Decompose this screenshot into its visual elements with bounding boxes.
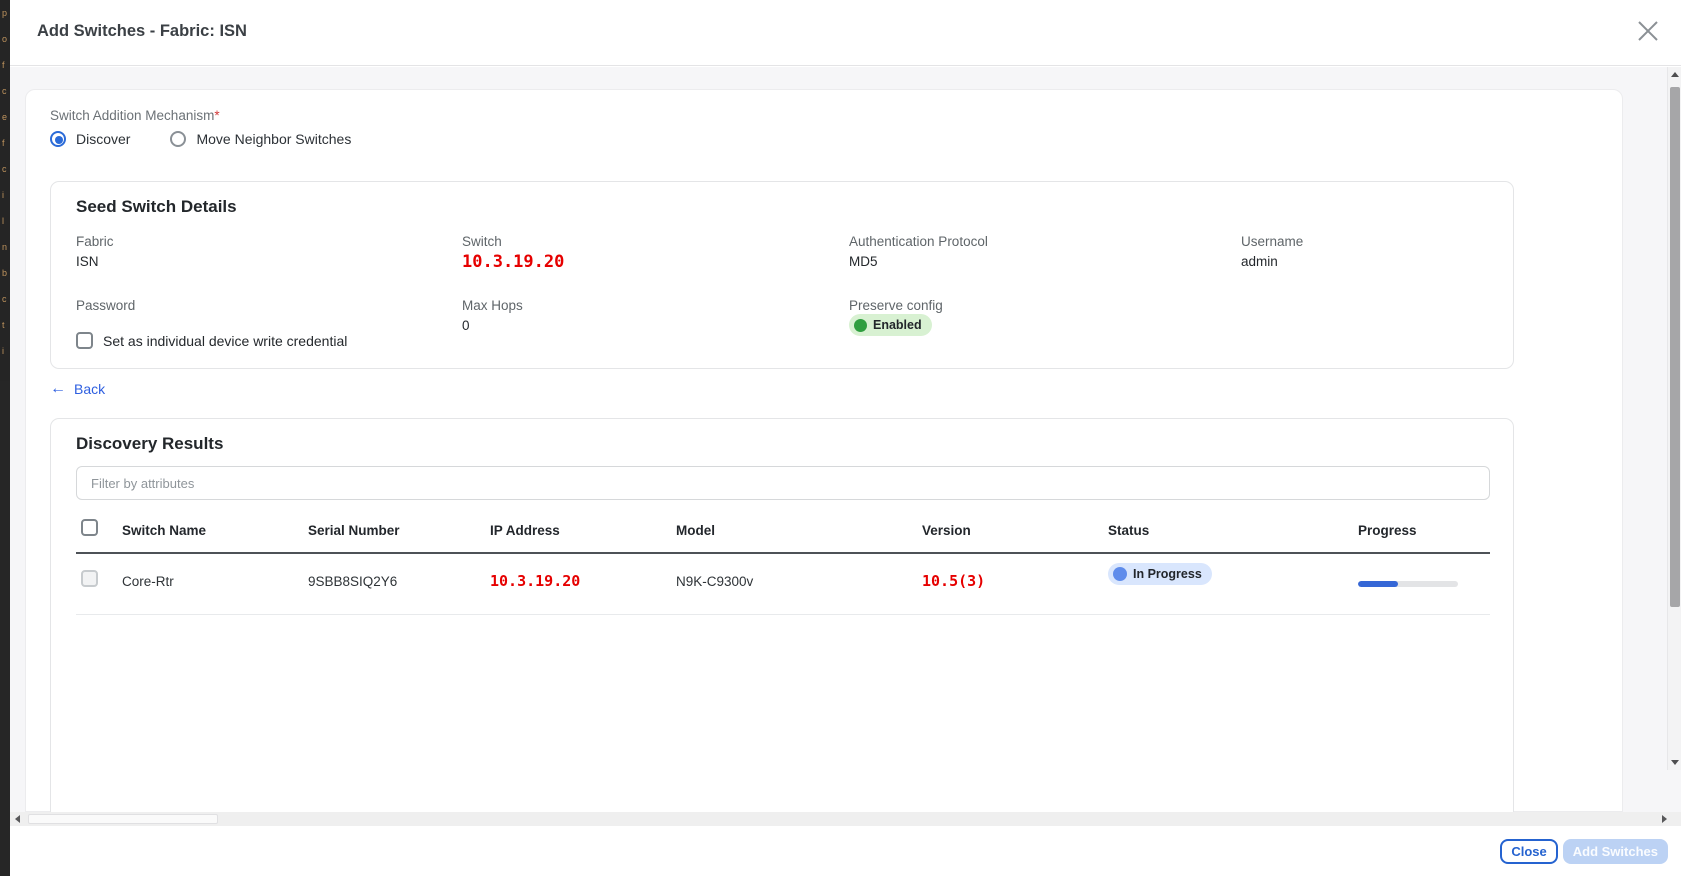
row-checkbox[interactable] <box>81 570 98 587</box>
results-card-title: Discovery Results <box>76 434 223 454</box>
col-ip-address: IP Address <box>490 523 560 538</box>
progress-bar <box>1358 581 1458 587</box>
cell-serial-number: 9SBB8SIQ2Y6 <box>308 574 397 589</box>
scroll-up-icon[interactable] <box>1671 72 1679 77</box>
scroll-right-icon[interactable] <box>1662 815 1667 823</box>
seed-switch-details-card: Seed Switch Details Fabric ISN Switch 10… <box>50 181 1514 369</box>
close-icon[interactable] <box>1632 15 1664 47</box>
cell-model: N9K-C9300v <box>676 574 753 589</box>
scroll-left-icon[interactable] <box>15 815 20 823</box>
radio-discover[interactable] <box>50 131 66 147</box>
cell-ip-address: 10.3.19.20 <box>490 572 580 590</box>
write-credential-label: Set as individual device write credentia… <box>103 333 347 349</box>
in-progress-dot-icon <box>1113 567 1127 581</box>
preserve-config-label: Preserve config <box>849 298 943 313</box>
preserve-config-badge: Enabled <box>849 314 932 336</box>
radio-discover-label[interactable]: Discover <box>76 131 130 147</box>
discovery-results-card: Discovery Results Switch Name Serial Num… <box>50 418 1514 812</box>
col-progress: Progress <box>1358 523 1417 538</box>
max-hops-label: Max Hops <box>462 298 523 313</box>
back-link-label: Back <box>74 381 105 397</box>
add-switches-button[interactable]: Add Switches <box>1563 839 1668 864</box>
filter-input[interactable] <box>76 466 1490 500</box>
scroll-down-icon[interactable] <box>1671 760 1679 765</box>
table-row[interactable]: Core-Rtr 9SBB8SIQ2Y6 10.3.19.20 N9K-C930… <box>51 554 1515 614</box>
background-app-strip: p o f c e f c i l n b c t i <box>0 0 10 876</box>
progress-bar-fill <box>1358 581 1398 587</box>
fabric-value: ISN <box>76 254 99 269</box>
seed-card-title: Seed Switch Details <box>76 197 237 217</box>
mechanism-radio-group: Discover Move Neighbor Switches <box>50 128 381 150</box>
mechanism-label-text: Switch Addition Mechanism <box>50 108 214 123</box>
content-card: Switch Addition Mechanism* Discover Move… <box>25 89 1623 812</box>
select-all-checkbox[interactable] <box>81 519 98 536</box>
auth-protocol-label: Authentication Protocol <box>849 234 988 249</box>
username-label: Username <box>1241 234 1303 249</box>
col-serial-number: Serial Number <box>308 523 400 538</box>
fabric-label: Fabric <box>76 234 114 249</box>
dialog-header: Add Switches - Fabric: ISN <box>10 0 1681 66</box>
mechanism-label: Switch Addition Mechanism* <box>50 108 220 123</box>
col-model: Model <box>676 523 715 538</box>
write-credential-row: Set as individual device write credentia… <box>76 332 347 349</box>
dialog-body: Switch Addition Mechanism* Discover Move… <box>10 67 1681 812</box>
switch-label: Switch <box>462 234 502 249</box>
back-arrow-icon: ← <box>50 380 66 398</box>
radio-move-neighbor[interactable] <box>170 131 186 147</box>
preserve-config-badge-text: Enabled <box>873 318 922 332</box>
enabled-dot-icon <box>854 319 867 332</box>
username-value: admin <box>1241 254 1278 269</box>
required-asterisk: * <box>214 108 219 123</box>
close-button[interactable]: Close <box>1500 839 1557 864</box>
status-badge-text: In Progress <box>1133 567 1202 581</box>
max-hops-value: 0 <box>462 318 470 333</box>
dialog-title: Add Switches - Fabric: ISN <box>37 22 247 41</box>
cell-version: 10.5(3) <box>922 572 985 590</box>
col-version: Version <box>922 523 971 538</box>
cell-switch-name: Core-Rtr <box>122 574 174 589</box>
auth-protocol-value: MD5 <box>849 254 878 269</box>
radio-move-neighbor-label[interactable]: Move Neighbor Switches <box>196 131 351 147</box>
table-header-row: Switch Name Serial Number IP Address Mod… <box>51 514 1515 552</box>
horizontal-scrollbar-thumb[interactable] <box>28 814 218 824</box>
col-switch-name: Switch Name <box>122 523 206 538</box>
write-credential-checkbox[interactable] <box>76 332 93 349</box>
back-link[interactable]: ← Back <box>50 380 105 398</box>
vertical-scrollbar-thumb[interactable] <box>1670 87 1680 607</box>
password-label: Password <box>76 298 135 313</box>
horizontal-scrollbar[interactable] <box>10 812 1681 826</box>
status-badge: In Progress <box>1108 563 1212 585</box>
table-row-divider <box>76 614 1490 615</box>
col-status: Status <box>1108 523 1149 538</box>
dialog-footer: Close Add Switches <box>10 826 1681 876</box>
vertical-scrollbar[interactable] <box>1667 67 1681 770</box>
switch-value: 10.3.19.20 <box>462 252 564 272</box>
